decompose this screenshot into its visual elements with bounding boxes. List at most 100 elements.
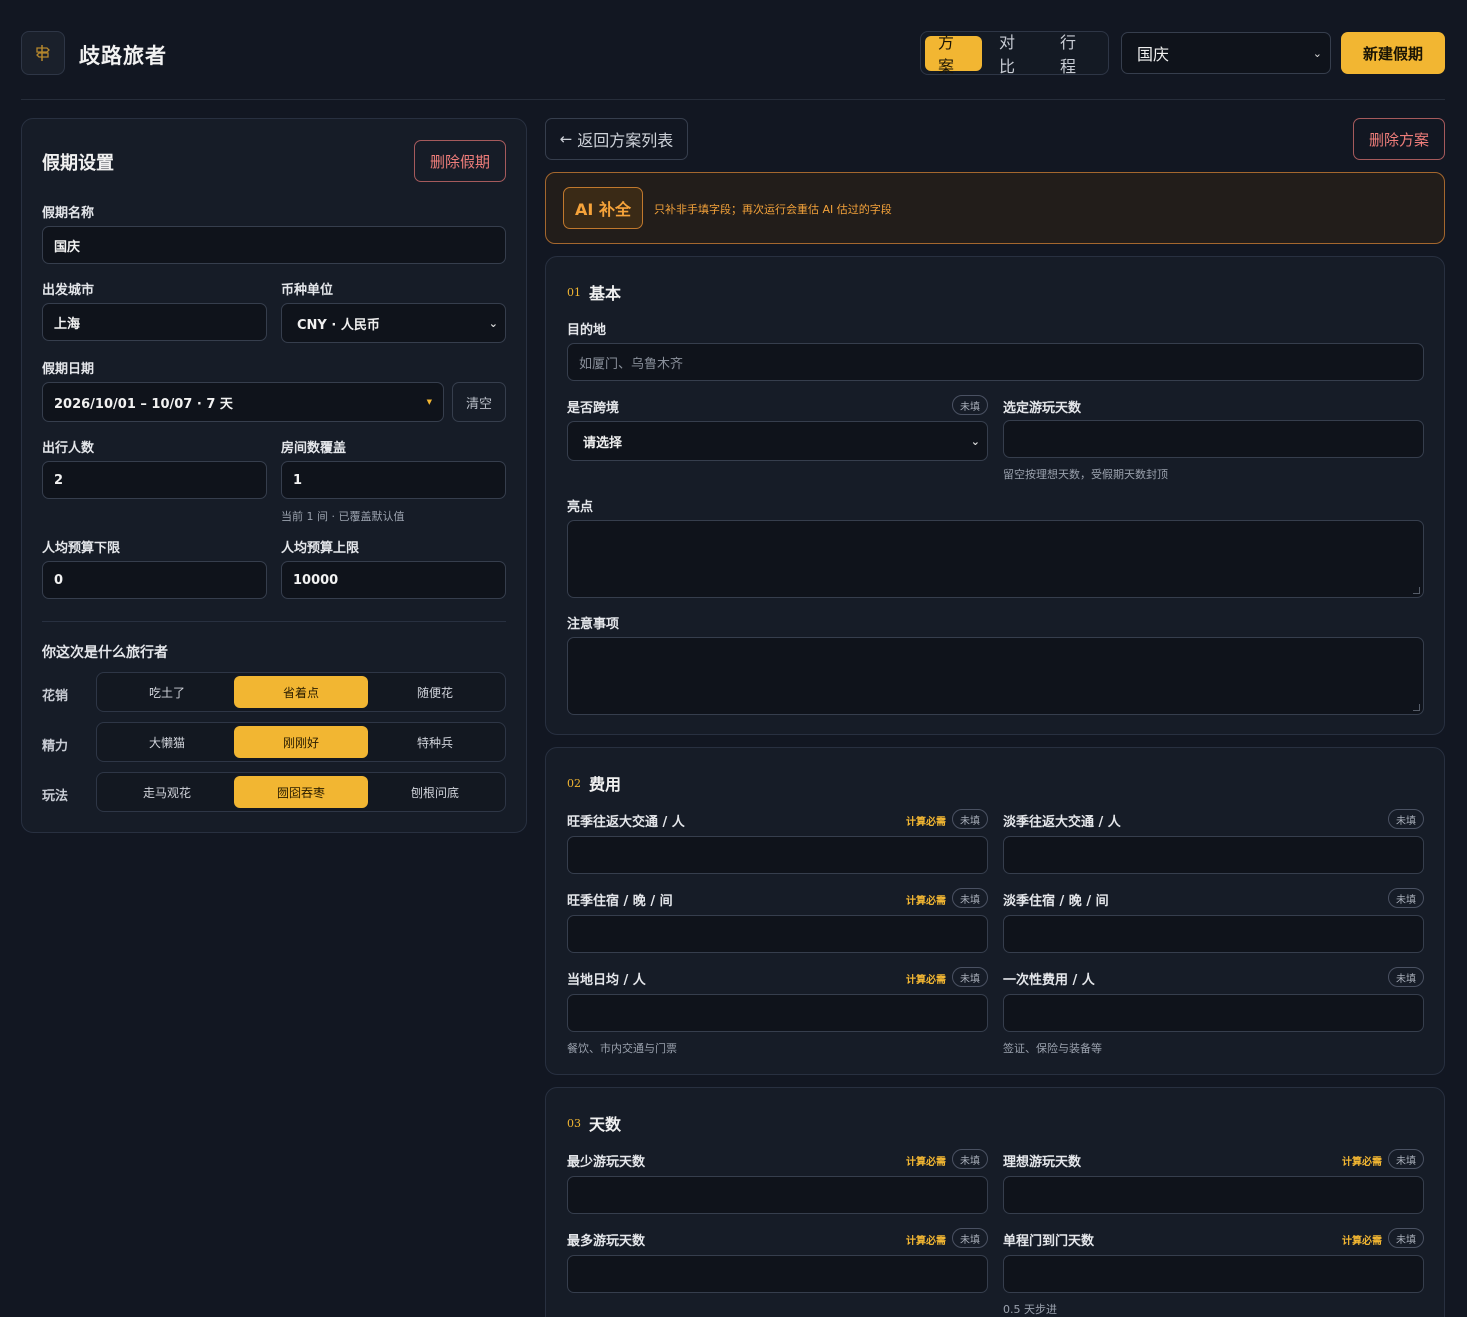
budget-min-value: 0 [54,572,64,588]
holiday-name-input[interactable]: 国庆 [42,226,506,264]
rooms-input[interactable]: 1 [281,461,506,499]
budget-min-input[interactable]: 0 [42,561,267,599]
departure-city-input[interactable]: 上海 [42,303,267,341]
spending-option[interactable]: 吃土了 [100,676,234,708]
currency-select[interactable]: CNY · 人民币 ⌄ [281,303,506,343]
section-title: 基本 [589,284,622,303]
style-option[interactable]: 刨根问底 [368,776,502,808]
rooms-value: 1 [293,472,303,488]
energy-option[interactable]: 特种兵 [368,726,502,758]
energy-label: 精力 [42,739,69,754]
energy-options: 大懒猫 刚刚好 特种兵 [96,722,506,762]
departure-city-label: 出发城市 [42,283,95,298]
travelers-input[interactable]: 2 [42,461,267,499]
delete-holiday-button[interactable]: 删除假期 [414,140,506,182]
spending-option-selected[interactable]: 省着点 [234,676,368,708]
delete-plan-button[interactable]: 删除方案 [1353,118,1445,160]
rooms-hint: 当前 1 间 · 已覆盖默认值 [281,510,405,523]
view-switcher: 方案 对比 行程 [920,31,1109,76]
budget-min-label: 人均预算下限 [42,541,121,556]
oneoff-cost-input[interactable] [1003,994,1424,1032]
required-badge: 计算必需 [906,975,946,986]
header-divider [21,99,1445,100]
style-option[interactable]: 走马观花 [100,776,234,808]
budget-max-input[interactable]: 10000 [281,561,506,599]
daily-cost-input[interactable] [567,994,988,1032]
holiday-date-label: 假期日期 [42,362,95,377]
departure-city-value: 上海 [54,316,81,332]
rooms-label: 房间数覆盖 [281,441,347,456]
tab-itinerary[interactable]: 行程 [1047,33,1104,76]
holiday-name-value: 国庆 [54,239,81,255]
holiday-name-label: 假期名称 [42,206,95,221]
empty-badge: 未填 [952,967,988,987]
holiday-date-picker[interactable]: 2026/10/01 – 10/07 · 7 天 ▼ [42,382,444,422]
door-days-input[interactable] [1003,1255,1424,1293]
style-label: 玩法 [42,789,69,804]
currency-label: 币种单位 [281,283,334,298]
spending-label: 花销 [42,689,69,704]
max-days-input[interactable] [567,1255,988,1293]
new-holiday-button[interactable]: 新建假期 [1341,32,1445,74]
days-section: 03 天数 最少游玩天数 计算必需 未填 理想游玩天数 计算必需 未填 最多游玩… [545,1087,1445,1317]
min-days-input[interactable] [567,1176,988,1214]
required-badge: 计算必需 [906,1157,946,1168]
notes-label: 注意事项 [567,617,620,632]
chosen-days-label: 选定游玩天数 [1003,401,1082,416]
energy-option-selected[interactable]: 刚刚好 [234,726,368,758]
off-transport-label: 淡季往返大交通 / 人 [1003,815,1121,830]
oneoff-cost-hint: 签证、保险与装备等 [1003,1042,1102,1055]
back-to-plans-button[interactable]: ← 返回方案列表 [545,118,688,160]
off-transport-input[interactable] [1003,836,1424,874]
ideal-days-label: 理想游玩天数 [1003,1155,1082,1170]
off-hotel-input[interactable] [1003,915,1424,953]
basic-section: 01 基本 目的地 如厦门、乌鲁木齐 是否跨境 未填 请选择 ⌄ 选定游玩天数 … [545,256,1445,735]
chosen-days-input[interactable] [1003,420,1424,458]
resize-handle[interactable] [1413,587,1420,594]
tab-plans[interactable]: 方案 [925,33,982,76]
app-title: 歧路旅者 [79,44,167,68]
empty-badge: 未填 [1388,1149,1424,1169]
energy-option[interactable]: 大懒猫 [100,726,234,758]
required-badge: 计算必需 [906,1236,946,1247]
holiday-select[interactable]: 国庆 ⌄ [1121,32,1331,74]
required-badge: 计算必需 [1342,1236,1382,1247]
arrow-left-icon: ← [559,130,573,148]
cross-border-value: 请选择 [583,435,623,451]
highlights-textarea[interactable] [567,520,1424,598]
traveler-type-title: 你这次是什么旅行者 [42,645,168,661]
peak-hotel-label: 旺季住宿 / 晚 / 间 [567,894,673,909]
app-logo [21,31,65,75]
notes-textarea[interactable] [567,637,1424,715]
budget-max-value: 10000 [293,572,339,588]
cross-border-select[interactable]: 请选择 ⌄ [567,421,988,461]
style-option-selected[interactable]: 囫囵吞枣 [234,776,368,808]
holiday-select-value: 国庆 [1137,45,1170,64]
required-badge: 计算必需 [906,896,946,907]
destination-input[interactable]: 如厦门、乌鲁木齐 [567,343,1424,381]
tab-compare[interactable]: 对比 [986,33,1043,76]
empty-badge: 未填 [952,888,988,908]
currency-value: CNY · 人民币 [297,317,380,333]
clear-date-button[interactable]: 清空 [452,382,506,422]
holiday-settings-panel: 假期设置 删除假期 假期名称 国庆 出发城市 上海 币种单位 CNY · 人民币… [21,118,527,833]
required-badge: 计算必需 [906,817,946,828]
empty-badge: 未填 [952,395,988,415]
ai-fill-button[interactable]: AI 补全 [563,187,643,229]
ideal-days-input[interactable] [1003,1176,1424,1214]
daily-cost-hint: 餐饮、市内交通与门票 [567,1042,677,1055]
cost-section: 02 费用 旺季往返大交通 / 人 计算必需 未填 淡季往返大交通 / 人 未填… [545,747,1445,1075]
spending-option[interactable]: 随便花 [368,676,502,708]
resize-handle[interactable] [1413,704,1420,711]
peak-hotel-input[interactable] [567,915,988,953]
destination-label: 目的地 [567,323,607,338]
empty-badge: 未填 [1388,967,1424,987]
empty-badge: 未填 [952,1149,988,1169]
section-title: 天数 [589,1115,622,1134]
door-days-hint: 0.5 天步进 [1003,1303,1057,1316]
empty-badge: 未填 [1388,1228,1424,1248]
peak-transport-input[interactable] [567,836,988,874]
spending-options: 吃土了 省着点 随便花 [96,672,506,712]
chevron-down-icon: ⌄ [970,434,980,448]
cross-border-label: 是否跨境 [567,401,620,416]
